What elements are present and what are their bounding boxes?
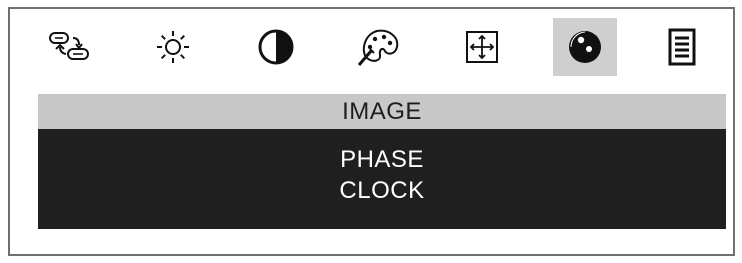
- menu-item-clock[interactable]: CLOCK: [38, 177, 726, 205]
- input-source-icon: [49, 32, 89, 60]
- menu-button[interactable]: [650, 18, 714, 76]
- color-button[interactable]: [347, 18, 411, 76]
- brightness-icon: [157, 31, 189, 63]
- menu-item-phase[interactable]: PHASE: [38, 146, 726, 174]
- position-icon: [466, 31, 498, 63]
- contrast-button[interactable]: [244, 18, 308, 76]
- image-setup-icon: [569, 31, 601, 63]
- color-palette-icon: [357, 29, 399, 66]
- menu-icon: [668, 28, 696, 66]
- osd-icon-toolbar: [38, 18, 714, 76]
- brightness-button[interactable]: [141, 18, 205, 76]
- section-title-bar: IMAGE: [38, 94, 726, 129]
- submenu-panel: PHASE CLOCK: [38, 129, 726, 229]
- section-title: IMAGE: [342, 97, 422, 125]
- image-setup-button[interactable]: [553, 18, 617, 76]
- contrast-icon: [258, 29, 294, 65]
- input-source-button[interactable]: [38, 18, 102, 76]
- position-button[interactable]: [450, 18, 514, 76]
